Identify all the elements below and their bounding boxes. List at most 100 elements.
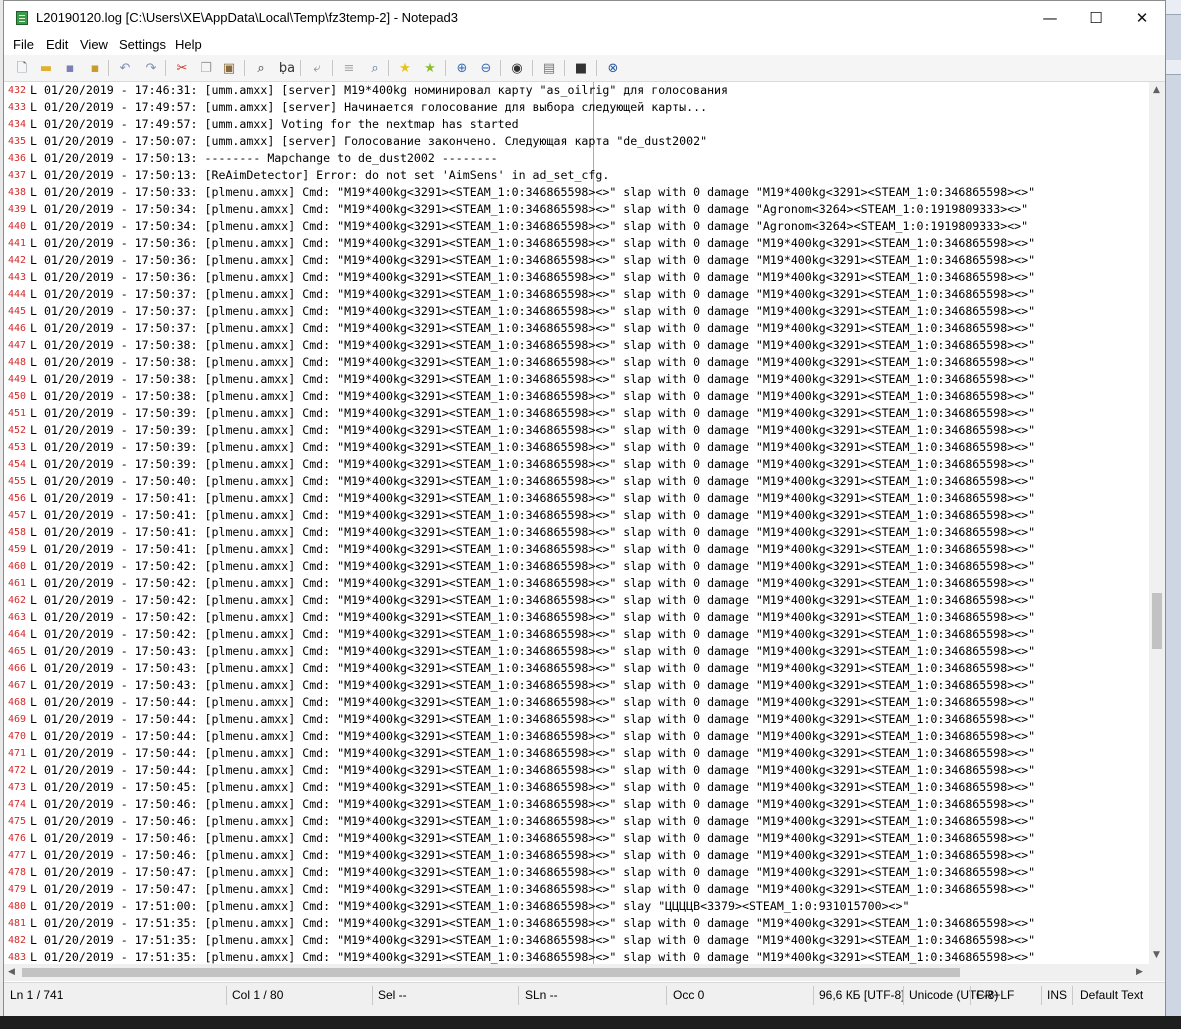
word-wrap-icon[interactable]: ≡ xyxy=(340,59,358,77)
line-number: 470 xyxy=(8,731,27,742)
line-number: 448 xyxy=(8,357,27,368)
scroll-right-icon[interactable]: ▶ xyxy=(1136,967,1143,977)
line-number: 456 xyxy=(8,493,27,504)
line-text: L 01/20/2019 - 17:50:38: [plmenu.amxx] C… xyxy=(30,372,1036,386)
line-text: L 01/20/2019 - 17:50:47: [plmenu.amxx] C… xyxy=(30,882,1036,896)
line-text: L 01/20/2019 - 17:50:43: [plmenu.amxx] C… xyxy=(30,678,1036,692)
redo-icon[interactable]: ↷ xyxy=(142,59,160,77)
text-editor[interactable]: 432 L 01/20/2019 - 17:46:31: [umm.amxx] [… xyxy=(4,82,1149,964)
cut-icon[interactable]: ✂ xyxy=(173,59,191,77)
menu-settings[interactable]: Settings xyxy=(119,37,166,52)
title-bar[interactable]: L20190120.log [C:\Users\XE\AppData\Local… xyxy=(4,1,1165,35)
status-divider xyxy=(1072,986,1073,1005)
line-text: L 01/20/2019 - 17:50:42: [plmenu.amxx] C… xyxy=(30,593,1036,607)
line-number: 451 xyxy=(8,408,27,419)
status-divider xyxy=(970,986,971,1005)
find-in-files-icon[interactable]: ⌕ xyxy=(366,59,384,77)
line-text: L 01/20/2019 - 17:50:42: [plmenu.amxx] C… xyxy=(30,627,1036,641)
status-line-endings[interactable]: CR+LF xyxy=(976,988,1014,1002)
background-window-edge xyxy=(1166,60,1181,75)
line-text: L 01/20/2019 - 17:50:34: [plmenu.amxx] C… xyxy=(30,219,1029,233)
menu-bar: File Edit View Settings Help xyxy=(4,35,1165,55)
line-text: L 01/20/2019 - 17:50:46: [plmenu.amxx] C… xyxy=(30,831,1036,845)
line-number: 441 xyxy=(8,238,27,249)
toolbar-separator xyxy=(596,60,597,76)
replace-icon[interactable]: ḅa xyxy=(278,59,296,77)
vertical-scrollbar[interactable]: ▲ ▼ xyxy=(1149,82,1165,964)
zoom-out-icon[interactable]: ⊖ xyxy=(477,59,495,77)
line-number: 460 xyxy=(8,561,27,572)
line-text: L 01/20/2019 - 17:50:41: [plmenu.amxx] C… xyxy=(30,525,1036,539)
line-number: 437 xyxy=(8,170,27,181)
line-number: 465 xyxy=(8,646,27,657)
line-text: L 01/20/2019 - 17:50:44: [plmenu.amxx] C… xyxy=(30,729,1036,743)
status-divider xyxy=(226,986,227,1005)
line-number: 462 xyxy=(8,595,27,606)
copy-icon[interactable]: ❐ xyxy=(197,59,215,77)
close-button[interactable]: ✕ xyxy=(1119,1,1165,35)
status-scheme[interactable]: Default Text xyxy=(1080,988,1143,1002)
close-doc-icon[interactable]: ⊗ xyxy=(604,59,622,77)
save-as-icon[interactable]: ▪ xyxy=(86,59,104,77)
minimize-button[interactable]: — xyxy=(1027,1,1073,35)
status-file-size: 96,6 КБ [UTF-8] xyxy=(819,988,905,1002)
horizontal-scroll-thumb[interactable] xyxy=(22,968,960,977)
line-number: 454 xyxy=(8,459,27,470)
line-number: 458 xyxy=(8,527,27,538)
scroll-left-icon[interactable]: ◀ xyxy=(8,967,15,977)
open-folder-icon[interactable]: ▬ xyxy=(37,59,55,77)
status-divider xyxy=(1041,986,1042,1005)
console-icon[interactable]: ■ xyxy=(572,59,590,77)
menu-edit[interactable]: Edit xyxy=(46,37,68,52)
line-number: 450 xyxy=(8,391,27,402)
undo-icon[interactable]: ↶ xyxy=(116,59,134,77)
line-text: L 01/20/2019 - 17:50:07: [umm.amxx] [ser… xyxy=(30,134,708,148)
line-number: 464 xyxy=(8,629,27,640)
line-number: 471 xyxy=(8,748,27,759)
toolbar-separator xyxy=(300,60,301,76)
desktop-background-right xyxy=(1166,0,1181,1029)
favorites-icon[interactable]: ★ xyxy=(421,59,439,77)
line-number: 453 xyxy=(8,442,27,453)
line-text: L 01/20/2019 - 17:50:41: [plmenu.amxx] C… xyxy=(30,508,1036,522)
line-number: 459 xyxy=(8,544,27,555)
line-number: 449 xyxy=(8,374,27,385)
toolbar-separator xyxy=(332,60,333,76)
zoom-in-icon[interactable]: ⊕ xyxy=(453,59,471,77)
line-text: L 01/20/2019 - 17:50:39: [plmenu.amxx] C… xyxy=(30,457,1036,471)
status-column[interactable]: Col 1 / 80 xyxy=(232,988,283,1002)
save-icon[interactable]: ▪ xyxy=(61,59,79,77)
line-text: L 01/20/2019 - 17:50:47: [plmenu.amxx] C… xyxy=(30,865,1036,879)
scheme-icon[interactable]: ▤ xyxy=(540,59,558,77)
goto-line-icon[interactable]: ⤶ xyxy=(308,59,326,77)
paste-icon[interactable]: ▣ xyxy=(220,59,238,77)
view-icon[interactable]: ◉ xyxy=(508,59,526,77)
line-text: L 01/20/2019 - 17:50:37: [plmenu.amxx] C… xyxy=(30,287,1036,301)
status-insert-mode[interactable]: INS xyxy=(1047,988,1067,1002)
maximize-button[interactable]: ☐ xyxy=(1073,1,1119,35)
line-text: L 01/20/2019 - 17:50:44: [plmenu.amxx] C… xyxy=(30,712,1036,726)
add-favorite-icon[interactable]: ★ xyxy=(396,59,414,77)
toolbar-separator xyxy=(244,60,245,76)
new-file-icon[interactable]: 🗋 xyxy=(13,59,31,77)
scroll-up-icon[interactable]: ▲ xyxy=(1153,85,1160,95)
status-line[interactable]: Ln 1 / 741 xyxy=(10,988,63,1002)
line-text: L 01/20/2019 - 17:50:42: [plmenu.amxx] C… xyxy=(30,559,1036,573)
horizontal-scrollbar[interactable]: ◀ ▶ xyxy=(4,964,1149,981)
line-text: L 01/20/2019 - 17:50:44: [plmenu.amxx] C… xyxy=(30,763,1036,777)
menu-help[interactable]: Help xyxy=(175,37,202,52)
line-number: 455 xyxy=(8,476,27,487)
scroll-down-icon[interactable]: ▼ xyxy=(1153,950,1160,960)
vertical-scroll-thumb[interactable] xyxy=(1152,593,1162,649)
line-text: L 01/20/2019 - 17:50:33: [plmenu.amxx] C… xyxy=(30,185,1036,199)
menu-view[interactable]: View xyxy=(80,37,108,52)
line-number: 469 xyxy=(8,714,27,725)
toolbar-separator xyxy=(445,60,446,76)
line-number: 473 xyxy=(8,782,27,793)
find-icon[interactable]: ⌕ xyxy=(252,59,270,77)
line-number: 432 xyxy=(8,85,27,96)
menu-file[interactable]: File xyxy=(13,37,34,52)
toolbar-separator xyxy=(564,60,565,76)
line-text: L 01/20/2019 - 17:50:34: [plmenu.amxx] C… xyxy=(30,202,1029,216)
line-text: L 01/20/2019 - 17:50:36: [plmenu.amxx] C… xyxy=(30,236,1036,250)
